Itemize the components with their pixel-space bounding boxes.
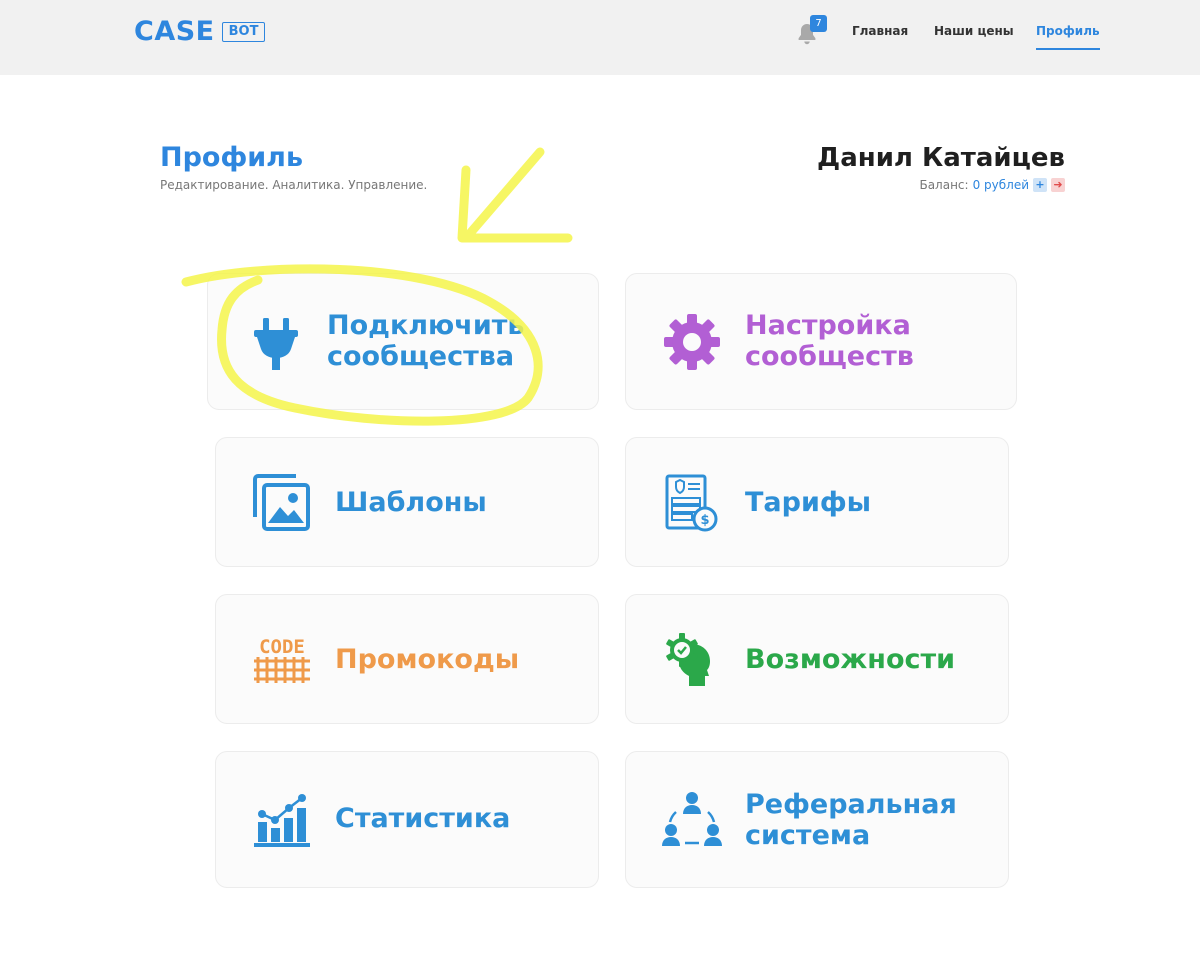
card-label: Тарифы <box>745 487 872 518</box>
balance-info: Баланс: 0 рублей + ➜ <box>919 178 1065 192</box>
balance-label: Баланс: <box>919 178 969 192</box>
card-label: Настройка сообществ <box>745 310 914 372</box>
card-label: Статистика <box>335 803 511 834</box>
plug-icon <box>254 318 298 370</box>
head-gear-icon <box>666 633 710 686</box>
svg-text:CODE: CODE <box>259 636 305 658</box>
svg-text:$: $ <box>700 513 709 528</box>
card-label: Шаблоны <box>335 487 487 518</box>
add-funds-button[interactable]: + <box>1033 178 1047 192</box>
referral-icon <box>662 792 722 846</box>
page-subtitle: Редактирование. Аналитика. Управление. <box>160 178 428 192</box>
chart-icon <box>254 794 310 847</box>
top-navbar: CASE BOT 7 Главная Наши цены Профиль <box>0 0 1200 75</box>
card-label: Реферальная система <box>745 789 957 851</box>
card-label: Подключить сообщества <box>327 310 525 372</box>
card-label: Возможности <box>745 644 956 675</box>
images-icon <box>253 474 310 531</box>
user-name: Данил Катайцев <box>817 143 1065 173</box>
notification-count-badge: 7 <box>810 15 827 32</box>
logo-badge: BOT <box>221 22 266 42</box>
balance-amount[interactable]: 0 рублей <box>973 178 1029 192</box>
nav-prices[interactable]: Наши цены <box>934 24 1014 38</box>
logo-text: CASE <box>134 16 215 47</box>
logo[interactable]: CASE BOT <box>134 16 266 48</box>
nav-home[interactable]: Главная <box>852 24 908 38</box>
page-title: Профиль <box>160 142 304 173</box>
card-statistics[interactable]: Статистика <box>215 751 599 888</box>
nav-profile[interactable]: Профиль <box>1036 24 1100 50</box>
card-tariffs[interactable]: $ Тарифы <box>625 437 1009 567</box>
card-label: Промокоды <box>335 644 520 675</box>
card-connect-communities[interactable]: Подключить сообщества <box>207 273 599 410</box>
logout-button[interactable]: ➜ <box>1051 178 1065 192</box>
card-community-settings[interactable]: Настройка сообществ <box>625 273 1017 410</box>
gear-icon <box>664 314 720 370</box>
invoice-icon: $ <box>665 474 718 532</box>
card-promocodes[interactable]: CODE Промокоды <box>215 594 599 724</box>
card-templates[interactable]: Шаблоны <box>215 437 599 567</box>
card-features[interactable]: Возможности <box>625 594 1009 724</box>
card-referral-system[interactable]: Реферальная система <box>625 751 1009 888</box>
code-icon: CODE <box>254 636 310 683</box>
